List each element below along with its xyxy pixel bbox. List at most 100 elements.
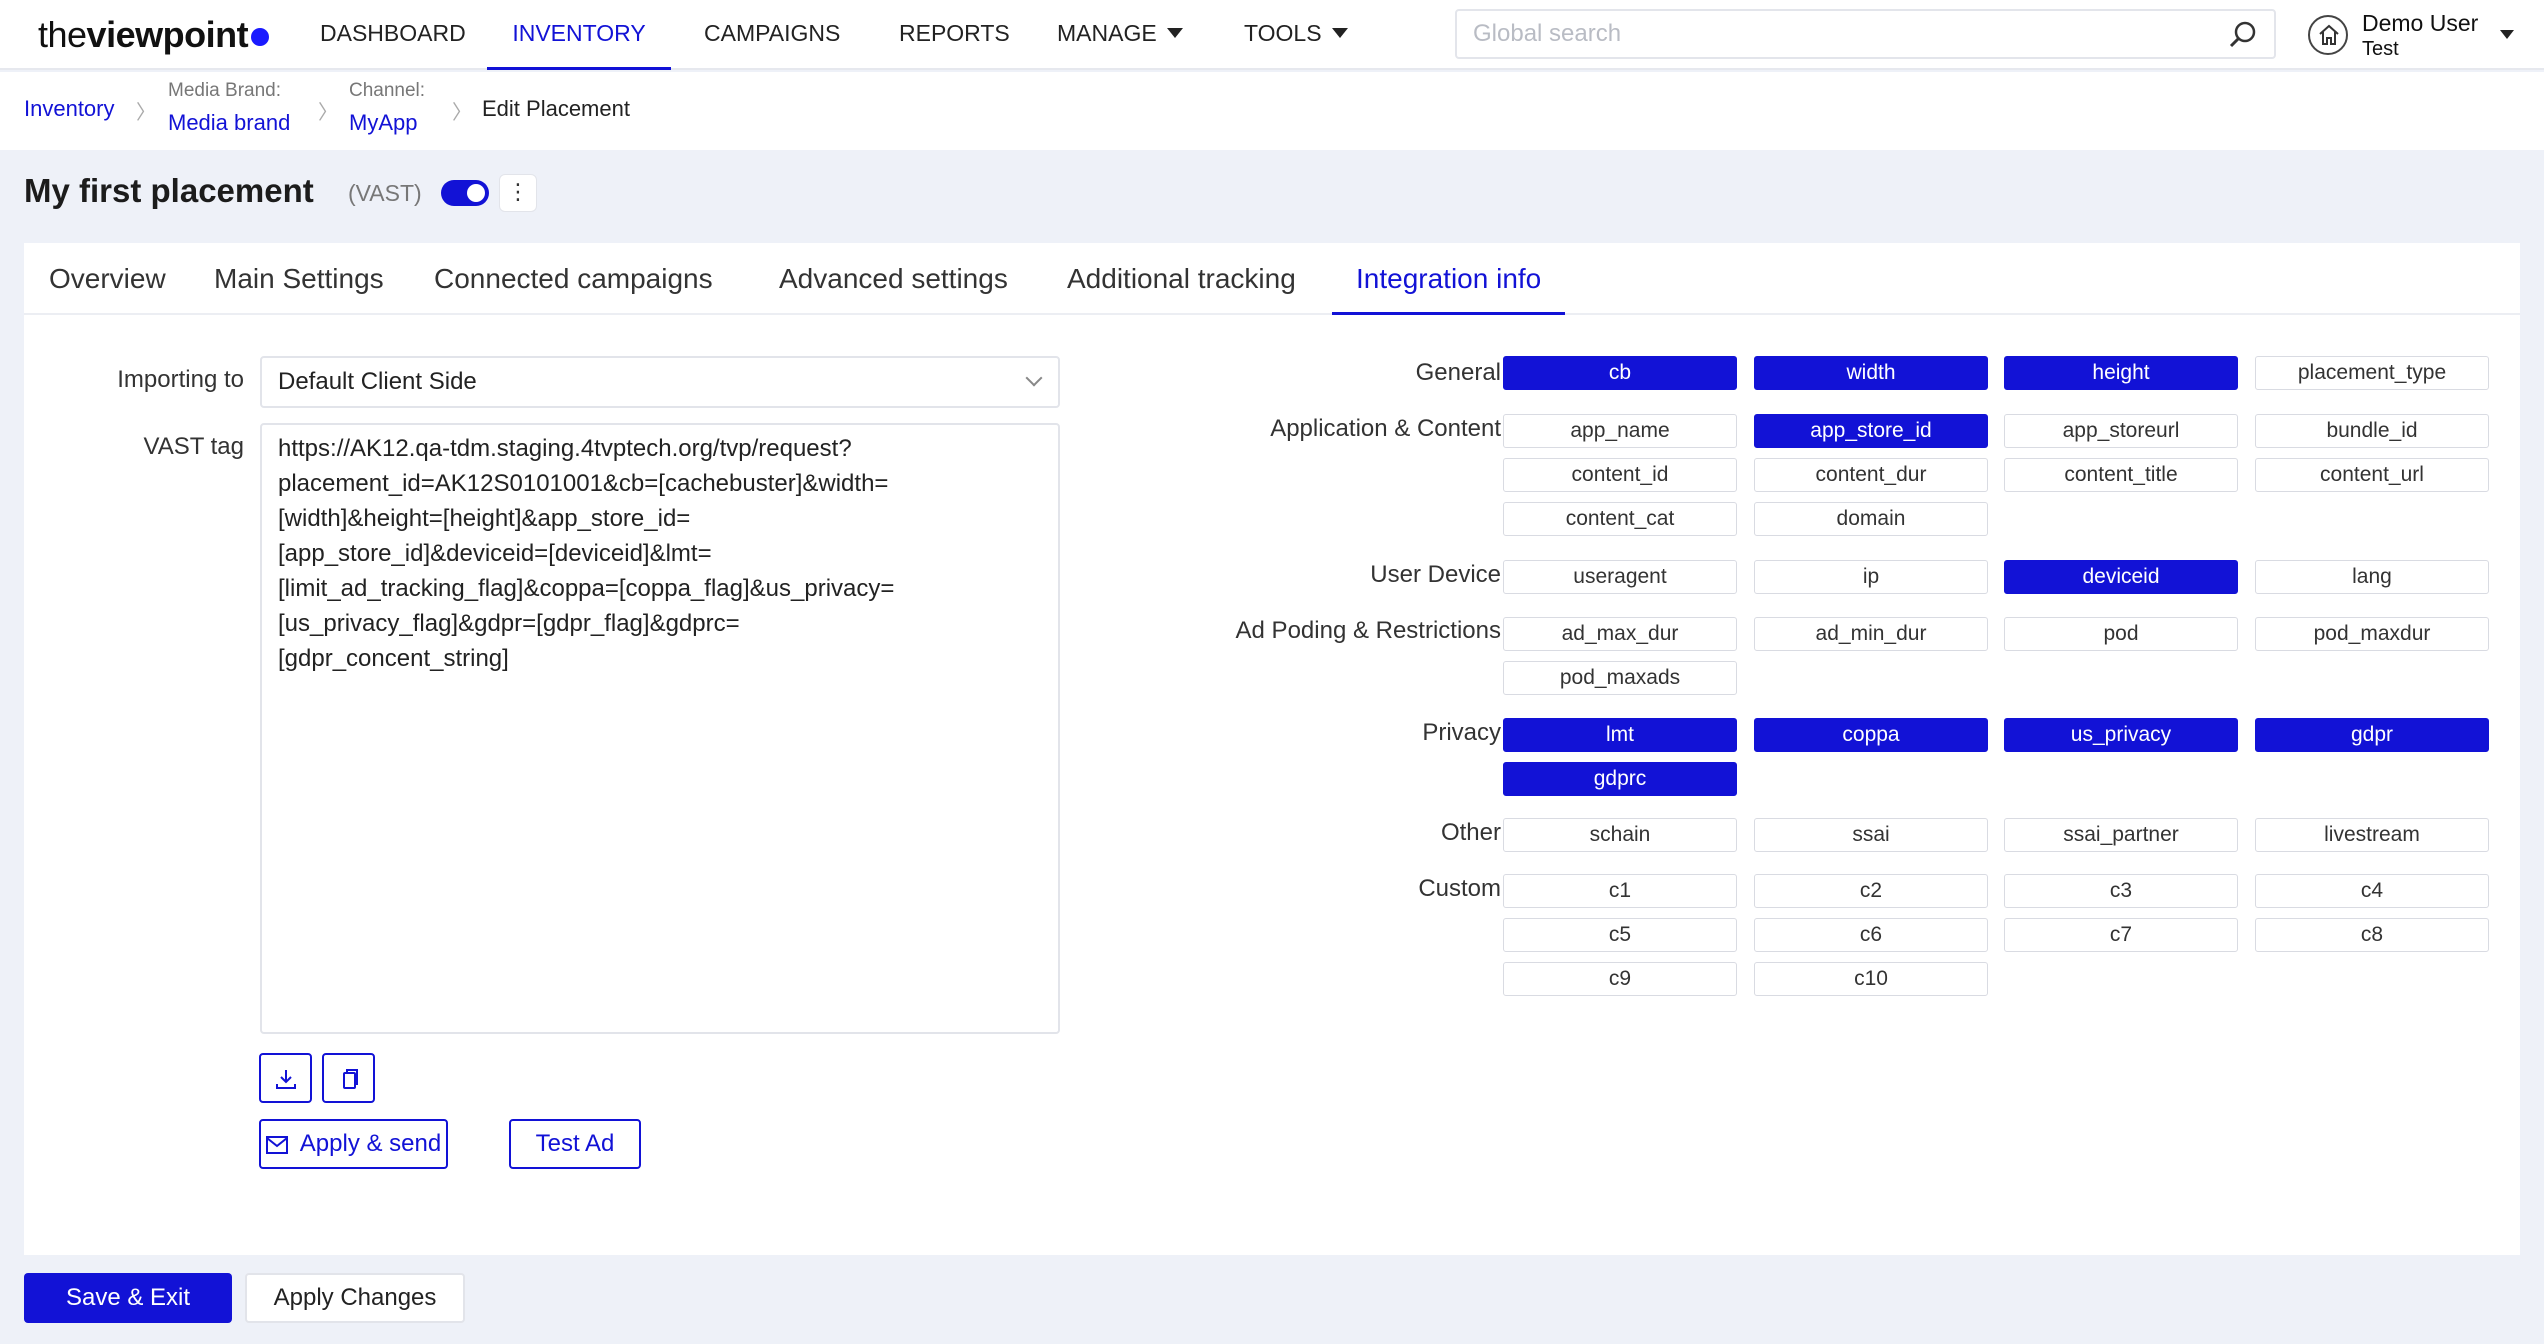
param-chip-height[interactable]: height — [2004, 356, 2238, 390]
nav-inventory[interactable]: INVENTORY — [487, 0, 671, 70]
param-chip-gdpr[interactable]: gdpr — [2255, 718, 2489, 752]
param-chip-ssai[interactable]: ssai — [1754, 818, 1988, 852]
vast-tag-line: [limit_ad_tracking_flag]&coppa=[coppa_fl… — [278, 575, 895, 602]
breadcrumb-separator: 〉 — [452, 102, 472, 124]
param-chip-c5[interactable]: c5 — [1503, 918, 1737, 952]
param-chip-lang[interactable]: lang — [2255, 560, 2489, 594]
param-chip-livestream[interactable]: livestream — [2255, 818, 2489, 852]
tab-bar: Overview Main Settings Connected campaig… — [24, 243, 2520, 315]
importing-to-select[interactable]: Default Client Side — [260, 356, 1060, 408]
tab-integration-info[interactable]: Integration info — [1332, 243, 1566, 315]
param-chip-content-id[interactable]: content_id — [1503, 458, 1737, 492]
param-chip-bundle-id[interactable]: bundle_id — [2255, 414, 2489, 448]
top-navigation-bar: theviewpoint DASHBOARD INVENTORY CAMPAIG… — [0, 0, 2544, 70]
param-chip-pod-maxdur[interactable]: pod_maxdur — [2255, 617, 2489, 651]
save-exit-button[interactable]: Save & Exit — [24, 1273, 232, 1323]
download-icon — [276, 1070, 296, 1089]
param-chip-ad-min-dur[interactable]: ad_min_dur — [1754, 617, 1988, 651]
tab-overview[interactable]: Overview — [49, 243, 166, 315]
vast-tag-line: https://AK12.qa-tdm.staging.4tvptech.org… — [278, 435, 852, 462]
param-chip-pod[interactable]: pod — [2004, 617, 2238, 651]
nav-reports[interactable]: REPORTS — [899, 0, 1010, 70]
apply-changes-button[interactable]: Apply Changes — [245, 1273, 465, 1323]
vast-tag-line: [width]&height=[height]&app_store_id= — [278, 505, 691, 532]
param-chip-lmt[interactable]: lmt — [1503, 718, 1737, 752]
param-chip-app-storeurl[interactable]: app_storeurl — [2004, 414, 2238, 448]
nav-tools[interactable]: TOOLS — [1244, 0, 1348, 70]
download-button[interactable] — [259, 1053, 312, 1103]
tab-main-settings[interactable]: Main Settings — [214, 243, 384, 315]
param-group-label: Custom — [1418, 875, 1501, 902]
param-chip-c2[interactable]: c2 — [1754, 874, 1988, 908]
breadcrumb-media-brand[interactable]: Media brand — [168, 110, 290, 136]
tab-connected-campaigns[interactable]: Connected campaigns — [434, 243, 713, 315]
param-chip-gdprc[interactable]: gdprc — [1503, 762, 1737, 796]
param-chip-content-title[interactable]: content_title — [2004, 458, 2238, 492]
chevron-down-icon — [1166, 28, 1183, 38]
mail-icon — [265, 1136, 288, 1154]
vast-tag-textarea[interactable]: https://AK12.qa-tdm.staging.4tvptech.org… — [260, 423, 1060, 1034]
param-chip-ad-max-dur[interactable]: ad_max_dur — [1503, 617, 1737, 651]
user-name[interactable]: Demo User — [2362, 10, 2478, 37]
breadcrumb-channel-caption: Channel: — [349, 80, 426, 101]
more-options-icon[interactable]: ⋮ — [499, 174, 537, 212]
nav-dashboard[interactable]: DASHBOARD — [320, 0, 466, 70]
vast-tag-line: [gdpr_concent_string] — [278, 645, 509, 672]
param-chip-c8[interactable]: c8 — [2255, 918, 2489, 952]
breadcrumb-inventory[interactable]: Inventory — [24, 96, 115, 122]
placement-type-label: (VAST) — [348, 180, 422, 206]
home-icon[interactable] — [2308, 15, 2348, 55]
param-chip-deviceid[interactable]: deviceid — [2004, 560, 2238, 594]
placement-active-toggle[interactable] — [441, 180, 489, 206]
param-chip-pod-maxads[interactable]: pod_maxads — [1503, 661, 1737, 695]
param-chip-c6[interactable]: c6 — [1754, 918, 1988, 952]
param-chip-schain[interactable]: schain — [1503, 818, 1737, 852]
tab-advanced-settings[interactable]: Advanced settings — [779, 243, 1008, 315]
param-chip-content-dur[interactable]: content_dur — [1754, 458, 1988, 492]
global-search — [1455, 9, 2276, 59]
param-chip-us-privacy[interactable]: us_privacy — [2004, 718, 2238, 752]
param-chip-app-store-id[interactable]: app_store_id — [1754, 414, 1988, 448]
nav-campaigns[interactable]: CAMPAIGNS — [704, 0, 840, 70]
param-chip-domain[interactable]: domain — [1754, 502, 1988, 536]
importing-to-value: Default Client Side — [278, 368, 477, 395]
chevron-down-icon — [1331, 28, 1348, 38]
chevron-down-icon[interactable] — [2500, 30, 2514, 39]
breadcrumb-channel[interactable]: MyApp — [349, 110, 417, 136]
param-chip-c3[interactable]: c3 — [2004, 874, 2238, 908]
tab-additional-tracking[interactable]: Additional tracking — [1067, 243, 1296, 315]
param-group-label: Privacy — [1422, 719, 1501, 746]
param-chip-c10[interactable]: c10 — [1754, 962, 1988, 996]
vast-tag-line: placement_id=AK12S0101001&cb=[cachebuste… — [278, 470, 889, 497]
param-chip-useragent[interactable]: useragent — [1503, 560, 1737, 594]
param-chip-content-url[interactable]: content_url — [2255, 458, 2489, 492]
param-chip-c1[interactable]: c1 — [1503, 874, 1737, 908]
breadcrumb-media-brand-caption: Media Brand: — [168, 80, 282, 101]
param-chip-ssai-partner[interactable]: ssai_partner — [2004, 818, 2238, 852]
search-icon[interactable] — [2228, 20, 2258, 55]
search-input[interactable] — [1457, 11, 2197, 57]
param-chip-c4[interactable]: c4 — [2255, 874, 2489, 908]
importing-to-label: Importing to — [117, 366, 244, 393]
test-ad-button[interactable]: Test Ad — [509, 1119, 641, 1169]
param-chip-placement-type[interactable]: placement_type — [2255, 356, 2489, 390]
param-chip-c7[interactable]: c7 — [2004, 918, 2238, 952]
param-group-label: Ad Poding & Restrictions — [1235, 617, 1501, 644]
param-group-label: Other — [1440, 819, 1501, 846]
breadcrumb-current: Edit Placement — [482, 96, 630, 121]
breadcrumb-separator: 〉 — [318, 102, 338, 124]
nav-manage[interactable]: MANAGE — [1057, 0, 1183, 70]
param-chip-app-name[interactable]: app_name — [1503, 414, 1737, 448]
param-chip-content-cat[interactable]: content_cat — [1503, 502, 1737, 536]
copy-button[interactable] — [322, 1053, 375, 1103]
copy-icon — [343, 1069, 358, 1089]
param-chip-coppa[interactable]: coppa — [1754, 718, 1988, 752]
brand-logo[interactable]: theviewpoint — [38, 14, 270, 56]
page-title: My first placement — [24, 172, 314, 209]
apply-send-button[interactable]: Apply & send — [259, 1119, 448, 1169]
param-group-label: Application & Content — [1270, 415, 1501, 442]
param-chip-cb[interactable]: cb — [1503, 356, 1737, 390]
param-chip-c9[interactable]: c9 — [1503, 962, 1737, 996]
param-chip-width[interactable]: width — [1754, 356, 1988, 390]
param-chip-ip[interactable]: ip — [1754, 560, 1988, 594]
